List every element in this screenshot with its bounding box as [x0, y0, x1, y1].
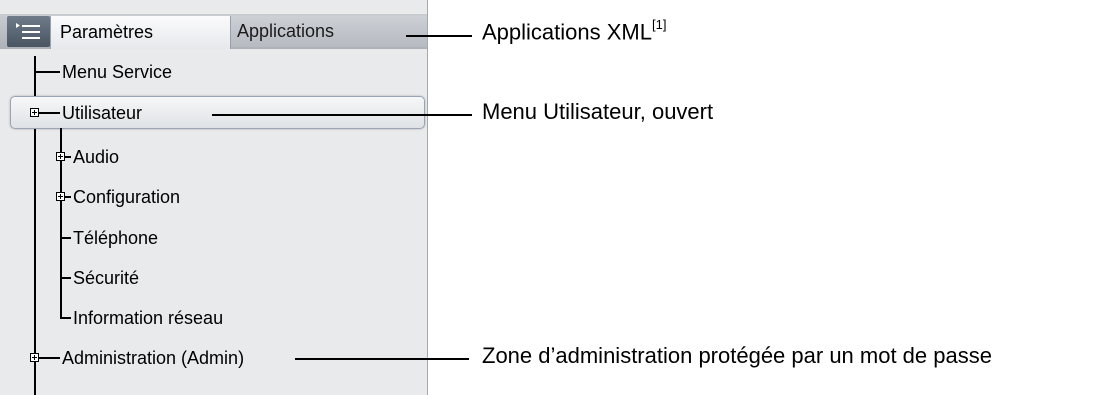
callout-user-menu: Menu Utilisateur, ouvert: [482, 99, 714, 124]
tree-item-configuration[interactable]: Configuration: [73, 186, 180, 208]
callout-xml-apps-text: Applications XML: [482, 19, 652, 45]
tree-branch: [60, 237, 71, 239]
plus-box-icon[interactable]: [30, 108, 39, 117]
tree-item-user[interactable]: Utilisateur: [62, 102, 142, 124]
tree-branch: [39, 357, 60, 359]
plus-box-icon[interactable]: [56, 152, 65, 161]
callout-line-user: [212, 114, 472, 116]
tree-branch: [39, 112, 60, 114]
tab-settings[interactable]: Paramètres: [50, 16, 231, 49]
callout-line-admin: [295, 358, 469, 360]
tree-item-admin[interactable]: Administration (Admin): [62, 347, 244, 369]
tree-branch: [65, 156, 71, 158]
tree-item-menu-service[interactable]: Menu Service: [62, 61, 172, 83]
tree-item-telephone[interactable]: Téléphone: [73, 227, 158, 249]
plus-box-icon[interactable]: [56, 192, 65, 201]
callout-xml-apps: Applications XML[1]: [482, 14, 666, 45]
tab-applications[interactable]: Applications: [231, 16, 427, 47]
tree-branch: [60, 277, 71, 279]
menu-icon: [16, 23, 40, 39]
tree-branch: [35, 71, 60, 73]
menu-button[interactable]: [7, 16, 50, 47]
tree-item-network-info[interactable]: Information réseau: [73, 307, 223, 329]
settings-panel: Paramètres Applications Menu Service Uti…: [0, 0, 428, 395]
tree-branch: [65, 196, 71, 198]
plus-box-icon[interactable]: [30, 353, 39, 362]
tree-branch: [60, 317, 71, 319]
callout-admin-zone: Zone d’administration protégée par un mo…: [482, 343, 992, 368]
footnote-ref: [1]: [651, 17, 667, 32]
callout-line-xml: [406, 35, 472, 37]
tree-item-audio[interactable]: Audio: [73, 146, 119, 168]
tree-item-security[interactable]: Sécurité: [73, 267, 139, 289]
